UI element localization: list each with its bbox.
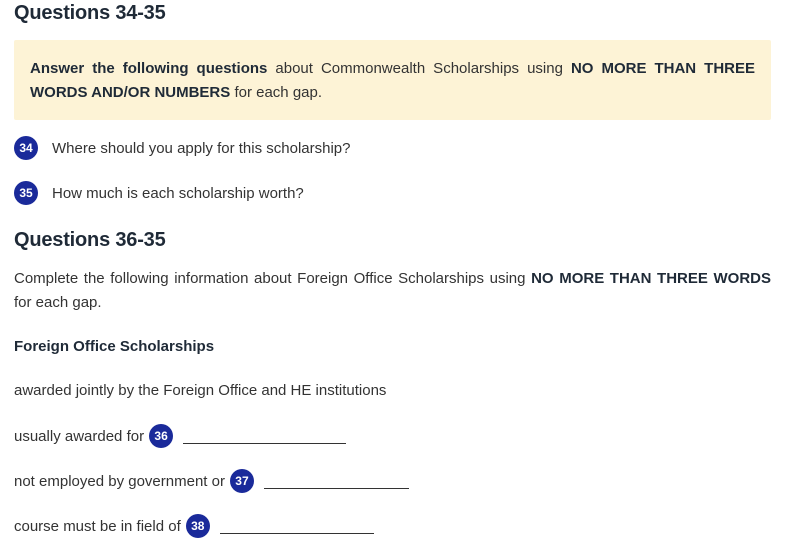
instruction-bold: NO MORE THAN THREE WORDS	[531, 270, 771, 287]
question-35: 35 How much is each scholarship worth?	[14, 181, 304, 205]
question-number-badge: 37	[229, 469, 254, 493]
section-instruction: Complete the following information about…	[14, 267, 771, 315]
info-line: awarded jointly by the Foreign Office an…	[14, 382, 387, 399]
question-text: Where should you apply for this scholars…	[52, 139, 351, 157]
reading-questions-page: Questions 34-35 Answer the following que…	[0, 0, 797, 555]
instruction-box: Answer the following questions about Com…	[14, 40, 771, 120]
section-title: Questions 36-35	[14, 229, 166, 251]
answer-blank[interactable]	[263, 487, 409, 489]
form-subheading: Foreign Office Scholarships	[14, 338, 215, 355]
question-number-badge: 34	[14, 136, 38, 160]
instruction-text: about Commonwealth Scholarships using	[267, 60, 571, 77]
instruction-text: Complete the following information about…	[14, 270, 532, 287]
question-text: How much is each scholarship worth?	[52, 184, 304, 202]
gap-label: not employed by government or	[14, 472, 225, 490]
instruction-bold: Answer the following questions	[30, 60, 268, 77]
gap-37: not employed by government or 37	[14, 468, 409, 494]
instruction-text: for each gap.	[14, 294, 102, 311]
question-number-badge: 38	[185, 514, 210, 538]
answer-blank[interactable]	[183, 442, 347, 444]
gap-36: usually awarded for 36	[14, 423, 347, 449]
answer-blank[interactable]	[219, 532, 374, 534]
section-title: Questions 34-35	[14, 2, 166, 24]
question-number-badge: 36	[149, 424, 174, 448]
gap-38: course must be in field of 38	[14, 513, 374, 539]
gap-label: course must be in field of	[14, 517, 181, 535]
question-number-badge: 35	[14, 181, 38, 205]
instruction-text: for each gap.	[230, 84, 323, 101]
question-34: 34 Where should you apply for this schol…	[14, 136, 351, 160]
gap-label: usually awarded for	[14, 427, 145, 445]
